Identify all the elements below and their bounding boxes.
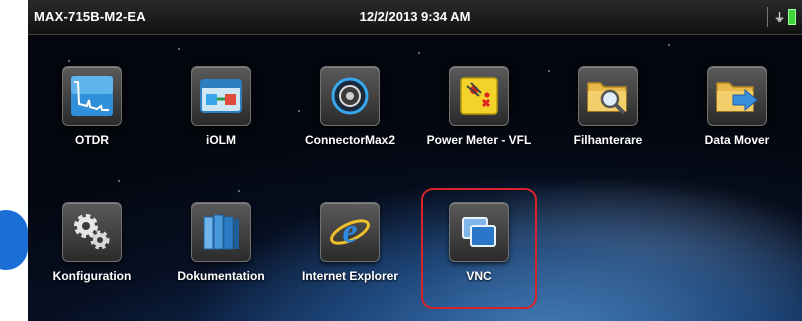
app-otdr[interactable]: OTDR (30, 66, 154, 147)
star (418, 52, 420, 54)
app-connectormax2[interactable]: ConnectorMax2 (288, 66, 412, 147)
app-label: Filhanterare (573, 133, 643, 147)
konfiguration-tile[interactable] (62, 202, 122, 262)
star (118, 180, 120, 182)
step-badge (0, 210, 28, 270)
gears-icon (74, 214, 110, 250)
vnc-highlight-box (421, 188, 537, 309)
power-meter-tile[interactable] (449, 66, 509, 126)
plug-icon: ⏚ (774, 12, 785, 24)
app-label: Power Meter - VFL (426, 133, 532, 147)
date-time: 12/2/2013 9:34 AM (359, 9, 471, 24)
app-iolm[interactable]: iOLM (159, 66, 283, 147)
app-data-mover[interactable]: Data Mover (675, 66, 799, 147)
star (238, 190, 240, 192)
otdr-trace-icon (71, 76, 113, 116)
star (68, 60, 70, 62)
connectormax2-tile[interactable] (320, 66, 380, 126)
dokumentation-tile[interactable] (191, 202, 251, 262)
app-label: Dokumentation (177, 269, 265, 283)
app-dokumentation[interactable]: Dokumentation (159, 202, 283, 283)
app-label: Internet Explorer (301, 269, 399, 283)
connector-icon (331, 77, 369, 115)
otdr-tile[interactable] (62, 66, 122, 126)
app-internet-explorer[interactable]: e Internet Explorer (288, 202, 412, 283)
svg-text:e: e (342, 213, 357, 250)
filhanterare-tile[interactable] (578, 66, 638, 126)
app-filhanterare[interactable]: Filhanterare (546, 66, 670, 147)
books-icon (203, 214, 239, 250)
star (668, 44, 670, 46)
status-indicators: ⏚ (767, 7, 796, 27)
internet-explorer-icon: e (330, 213, 370, 250)
app-label: OTDR (75, 133, 109, 147)
data-mover-tile[interactable] (707, 66, 767, 126)
file-manager-icon (587, 82, 627, 115)
status-divider (767, 7, 768, 27)
power-meter-icon (460, 77, 498, 115)
app-power-meter-vfl[interactable]: Power Meter - VFL (417, 66, 541, 147)
app-label: Data Mover (704, 133, 770, 147)
desktop-screen: MAX-715B-M2-EA 12/2/2013 9:34 AM ⏚ OTDR (28, 0, 802, 321)
iolm-tile[interactable] (191, 66, 251, 126)
iolm-icon (200, 79, 242, 113)
app-konfiguration[interactable]: Konfiguration (30, 202, 154, 283)
star (178, 48, 180, 50)
app-label: ConnectorMax2 (304, 133, 396, 147)
app-label: iOLM (206, 133, 236, 147)
data-mover-icon (716, 82, 758, 112)
internet-explorer-tile[interactable]: e (320, 202, 380, 262)
status-bar: MAX-715B-M2-EA 12/2/2013 9:34 AM ⏚ (28, 0, 802, 35)
battery-icon (788, 9, 796, 25)
app-label: Konfiguration (52, 269, 132, 283)
